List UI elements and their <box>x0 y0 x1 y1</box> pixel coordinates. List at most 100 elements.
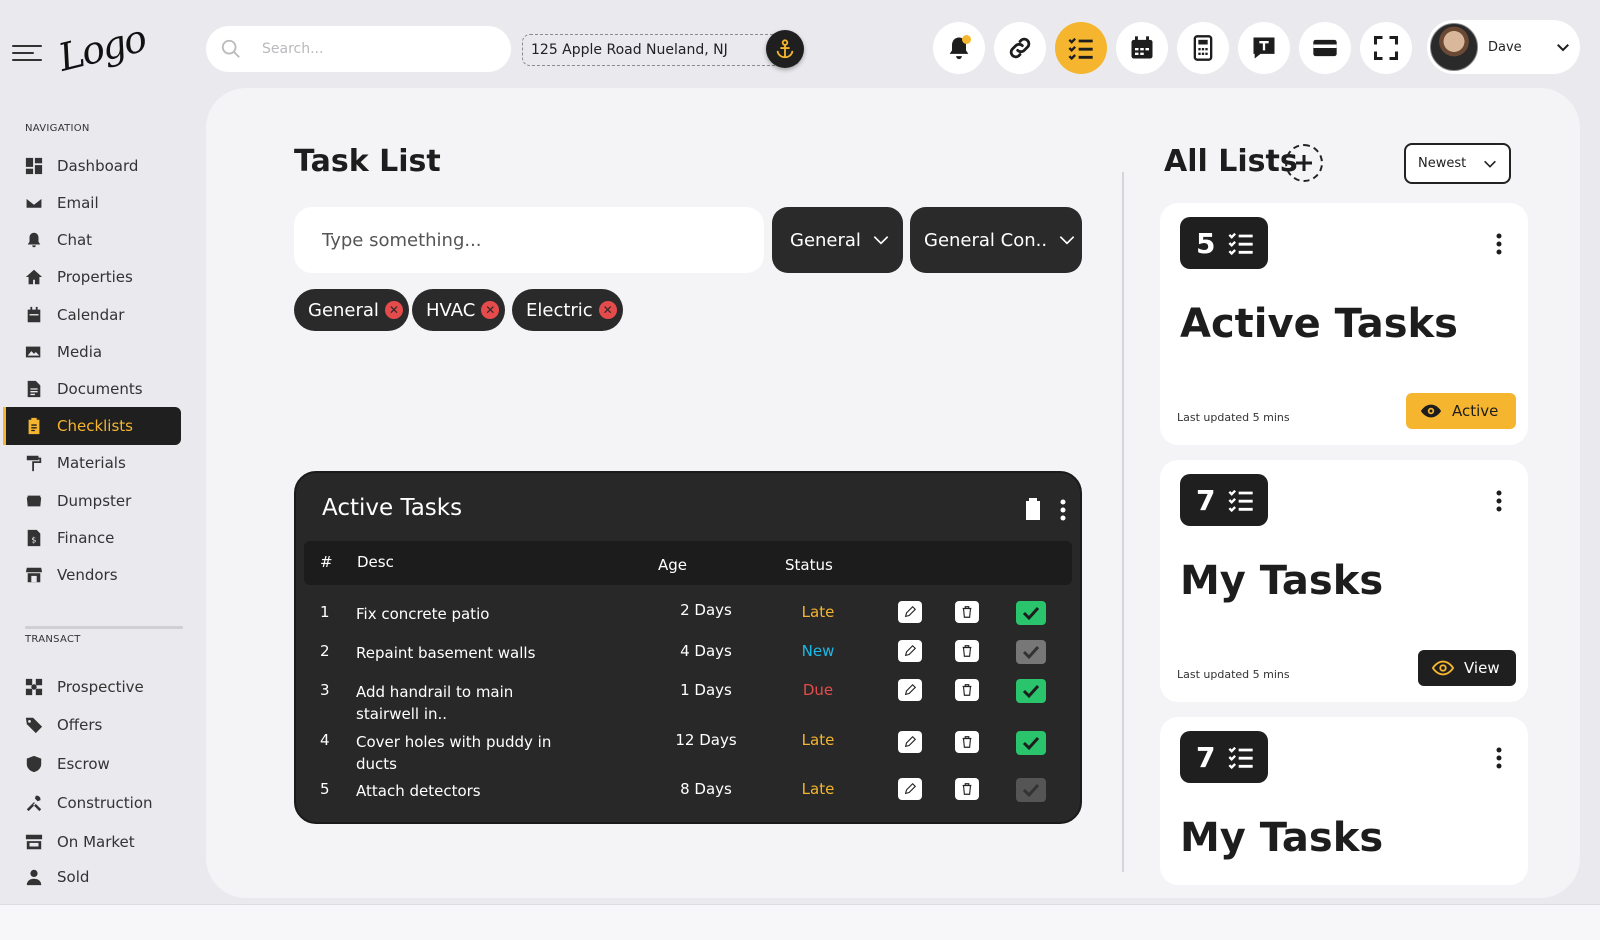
sidebar-item-label: Dumpster <box>57 492 132 510</box>
sidebar-item-escrow[interactable]: Escrow <box>3 745 181 783</box>
search-input[interactable] <box>262 41 482 57</box>
sidebar-item-calendar[interactable]: Calendar <box>3 296 181 334</box>
delete-button[interactable] <box>955 601 979 623</box>
delete-button[interactable] <box>955 640 979 662</box>
sidebar-item-properties[interactable]: Properties <box>3 258 181 296</box>
row-desc: Fix concrete patio <box>356 605 490 623</box>
message-button[interactable] <box>1238 22 1290 74</box>
add-list-button[interactable] <box>1285 144 1323 182</box>
clipboard-icon[interactable] <box>1024 497 1042 521</box>
column-divider <box>1122 172 1124 872</box>
trash-icon <box>962 736 972 748</box>
sidebar-item-offers[interactable]: Offers <box>3 706 181 744</box>
edit-button[interactable] <box>898 679 922 701</box>
edit-button[interactable] <box>898 640 922 662</box>
row-desc: Attach detectors <box>356 782 481 800</box>
more-options-icon[interactable] <box>1496 747 1502 769</box>
remove-tag-icon[interactable]: ✕ <box>598 301 617 319</box>
list-card-title: Active Tasks <box>1180 301 1458 347</box>
row-age: 2 Days <box>680 601 732 619</box>
sidebar-item-vendors[interactable]: Vendors <box>3 556 181 594</box>
sidebar-item-sold[interactable]: Sold <box>3 861 181 893</box>
list-card[interactable]: 7 My Tasks <box>1160 717 1528 885</box>
trash-icon <box>962 783 972 795</box>
remove-tag-icon[interactable]: ✕ <box>384 301 403 319</box>
sidebar-item-construction[interactable]: Construction <box>3 784 181 822</box>
checklist-button[interactable] <box>1055 22 1107 74</box>
sidebar-item-prospective[interactable]: Prospective <box>3 668 181 706</box>
edit-button[interactable] <box>898 778 922 800</box>
edit-button[interactable] <box>898 601 922 623</box>
subcategory-dropdown[interactable]: General Con.. <box>910 207 1082 273</box>
calculator-button[interactable] <box>1177 22 1229 74</box>
property-address[interactable]: 125 Apple Road Nueland, NJ <box>522 34 800 66</box>
fullscreen-icon <box>1373 35 1399 61</box>
notifications-button[interactable] <box>933 22 985 74</box>
more-options-icon[interactable] <box>1060 499 1066 521</box>
app-window: Logo NAVIGATION Dashboard Email Chat Pro… <box>0 0 1600 905</box>
sidebar-item-checklists[interactable]: Checklists <box>3 407 181 445</box>
button-label: View <box>1464 659 1500 677</box>
sidebar-item-chat[interactable]: Chat <box>3 221 181 259</box>
search-bar[interactable] <box>206 26 511 72</box>
sidebar-item-label: Prospective <box>57 678 144 696</box>
sidebar-item-documents[interactable]: Documents <box>3 370 181 408</box>
fullscreen-button[interactable] <box>1360 22 1412 74</box>
task-input[interactable] <box>294 207 764 273</box>
pencil-icon <box>904 782 917 795</box>
envelope-icon <box>25 196 43 210</box>
checklist-icon <box>1228 746 1254 770</box>
view-button[interactable]: View <box>1418 650 1516 686</box>
column-header-status: Status <box>785 556 833 574</box>
filter-tag-electric: Electric ✕ <box>512 289 623 331</box>
row-age: 1 Days <box>680 681 732 699</box>
delete-button[interactable] <box>955 731 979 753</box>
row-age: 4 Days <box>680 642 732 660</box>
more-options-icon[interactable] <box>1496 490 1502 512</box>
remove-tag-icon[interactable]: ✕ <box>481 301 500 319</box>
complete-checkbox[interactable] <box>1016 731 1046 755</box>
edit-button[interactable] <box>898 731 922 753</box>
sidebar-item-materials[interactable]: Materials <box>3 444 181 482</box>
sidebar-item-finance[interactable]: $ Finance <box>3 519 181 557</box>
column-header-num: # <box>320 553 333 571</box>
sidebar-item-dashboard[interactable]: Dashboard <box>3 147 181 185</box>
anchor-button[interactable] <box>766 30 804 68</box>
task-count: 7 <box>1196 740 1216 774</box>
task-count-badge: 7 <box>1180 474 1268 526</box>
sidebar-item-on-market[interactable]: On Market <box>3 823 181 861</box>
delete-button[interactable] <box>955 778 979 800</box>
category-dropdown[interactable]: General <box>772 207 903 273</box>
shield-icon <box>26 755 42 773</box>
sidebar-item-label: Chat <box>57 231 93 249</box>
complete-checkbox[interactable] <box>1016 601 1046 625</box>
payment-button[interactable] <box>1299 22 1351 74</box>
sidebar-item-label: Vendors <box>57 566 118 584</box>
chevron-down-icon <box>1059 236 1075 245</box>
task-count: 5 <box>1196 226 1216 260</box>
delete-button[interactable] <box>955 679 979 701</box>
sidebar-item-email[interactable]: Email <box>3 184 181 222</box>
complete-checkbox[interactable] <box>1016 679 1046 703</box>
chevron-down-icon <box>873 236 889 245</box>
person-icon <box>26 869 42 886</box>
page-title: Task List <box>294 144 441 179</box>
eye-icon <box>1432 660 1454 676</box>
active-button[interactable]: Active <box>1406 393 1516 429</box>
calendar-button[interactable] <box>1116 22 1168 74</box>
hamburger-menu-icon[interactable] <box>12 45 42 63</box>
user-menu[interactable]: Dave <box>1427 20 1580 74</box>
sidebar-item-media[interactable]: Media <box>3 333 181 371</box>
list-card[interactable]: 7 My Tasks Last updated 5 mins View <box>1160 460 1528 702</box>
list-card[interactable]: 5 Active Tasks Last updated 5 mins Activ… <box>1160 203 1528 445</box>
link-button[interactable] <box>994 22 1046 74</box>
checkmark-icon <box>1022 736 1040 751</box>
complete-checkbox[interactable] <box>1016 640 1046 664</box>
sidebar-item-label: Media <box>57 343 103 361</box>
sidebar-item-dumpster[interactable]: Dumpster <box>3 482 181 520</box>
more-options-icon[interactable] <box>1496 233 1502 255</box>
sort-dropdown[interactable]: Newest <box>1404 143 1511 184</box>
sidebar-item-label: Calendar <box>57 306 125 324</box>
button-label: Active <box>1452 402 1499 420</box>
complete-checkbox[interactable] <box>1016 778 1046 802</box>
